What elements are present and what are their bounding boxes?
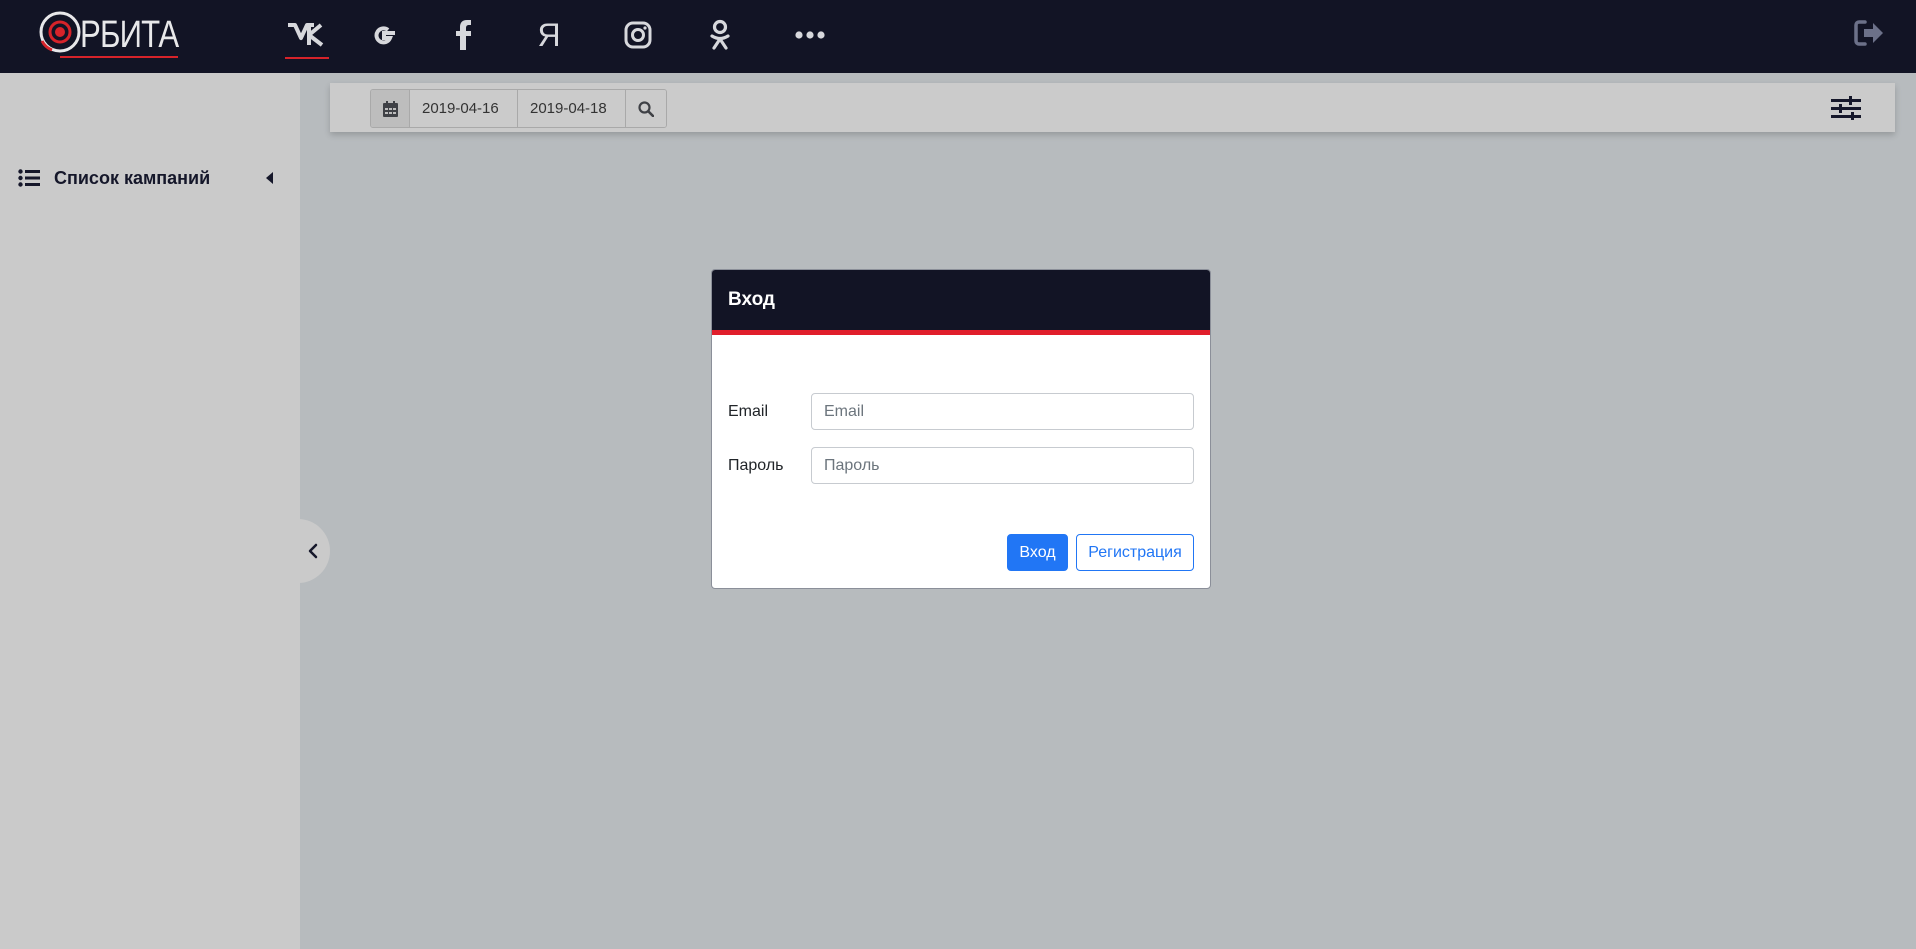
nav-instagram[interactable] (615, 14, 661, 56)
date-to-input[interactable] (518, 90, 626, 127)
sliders-icon (1831, 96, 1861, 120)
modal-header: Вход (712, 270, 1210, 335)
password-row: Пароль (728, 447, 1194, 484)
vk-icon (288, 23, 324, 47)
login-modal: Вход Email Пароль Вход Регистрация (711, 269, 1211, 589)
top-navbar: РБИТА Я (0, 0, 1916, 73)
sidebar-toggle-button[interactable] (296, 519, 330, 583)
email-label: Email (728, 402, 769, 420)
password-label: Пароль (728, 456, 784, 474)
email-field[interactable] (811, 393, 1194, 430)
nav-vk[interactable] (283, 14, 329, 59)
odnoklassniki-icon (710, 19, 730, 50)
nav-google[interactable] (361, 14, 407, 56)
modal-title: Вход (728, 289, 775, 310)
list-icon (18, 169, 40, 187)
chevron-left-icon (308, 543, 318, 559)
logo[interactable]: РБИТА (38, 6, 188, 60)
yandex-icon: Я (537, 16, 561, 53)
nav-yandex[interactable]: Я (526, 14, 572, 56)
google-icon (374, 26, 395, 45)
password-field[interactable] (811, 447, 1194, 484)
login-button[interactable]: Вход (1007, 534, 1068, 571)
logout-icon (1854, 20, 1883, 46)
settings-button[interactable] (1831, 96, 1861, 125)
caret-left-icon[interactable] (266, 172, 273, 184)
date-range-group (370, 89, 667, 128)
calendar-button[interactable] (371, 90, 410, 127)
email-row: Email (728, 393, 1194, 430)
orbit-logo-icon (39, 11, 81, 53)
sidebar: Список кампаний (0, 73, 300, 949)
nav-odnoklassniki[interactable] (697, 14, 743, 56)
calendar-icon (382, 100, 398, 117)
search-button[interactable] (626, 90, 666, 127)
date-from-input[interactable] (410, 90, 518, 127)
filter-toolbar (330, 83, 1895, 132)
nav-more[interactable] (787, 14, 833, 56)
logo-text: РБИТА (80, 14, 179, 56)
register-button[interactable]: Регистрация (1076, 534, 1194, 571)
nav-facebook[interactable] (440, 14, 486, 56)
logout-button[interactable] (1854, 19, 1884, 52)
more-icon (795, 31, 825, 39)
facebook-icon (456, 20, 471, 50)
instagram-icon (624, 21, 652, 49)
sidebar-item-campaigns[interactable]: Список кампаний (18, 163, 273, 193)
logo-underline (60, 56, 178, 58)
sidebar-item-label: Список кампаний (54, 167, 211, 188)
search-icon (638, 100, 654, 117)
